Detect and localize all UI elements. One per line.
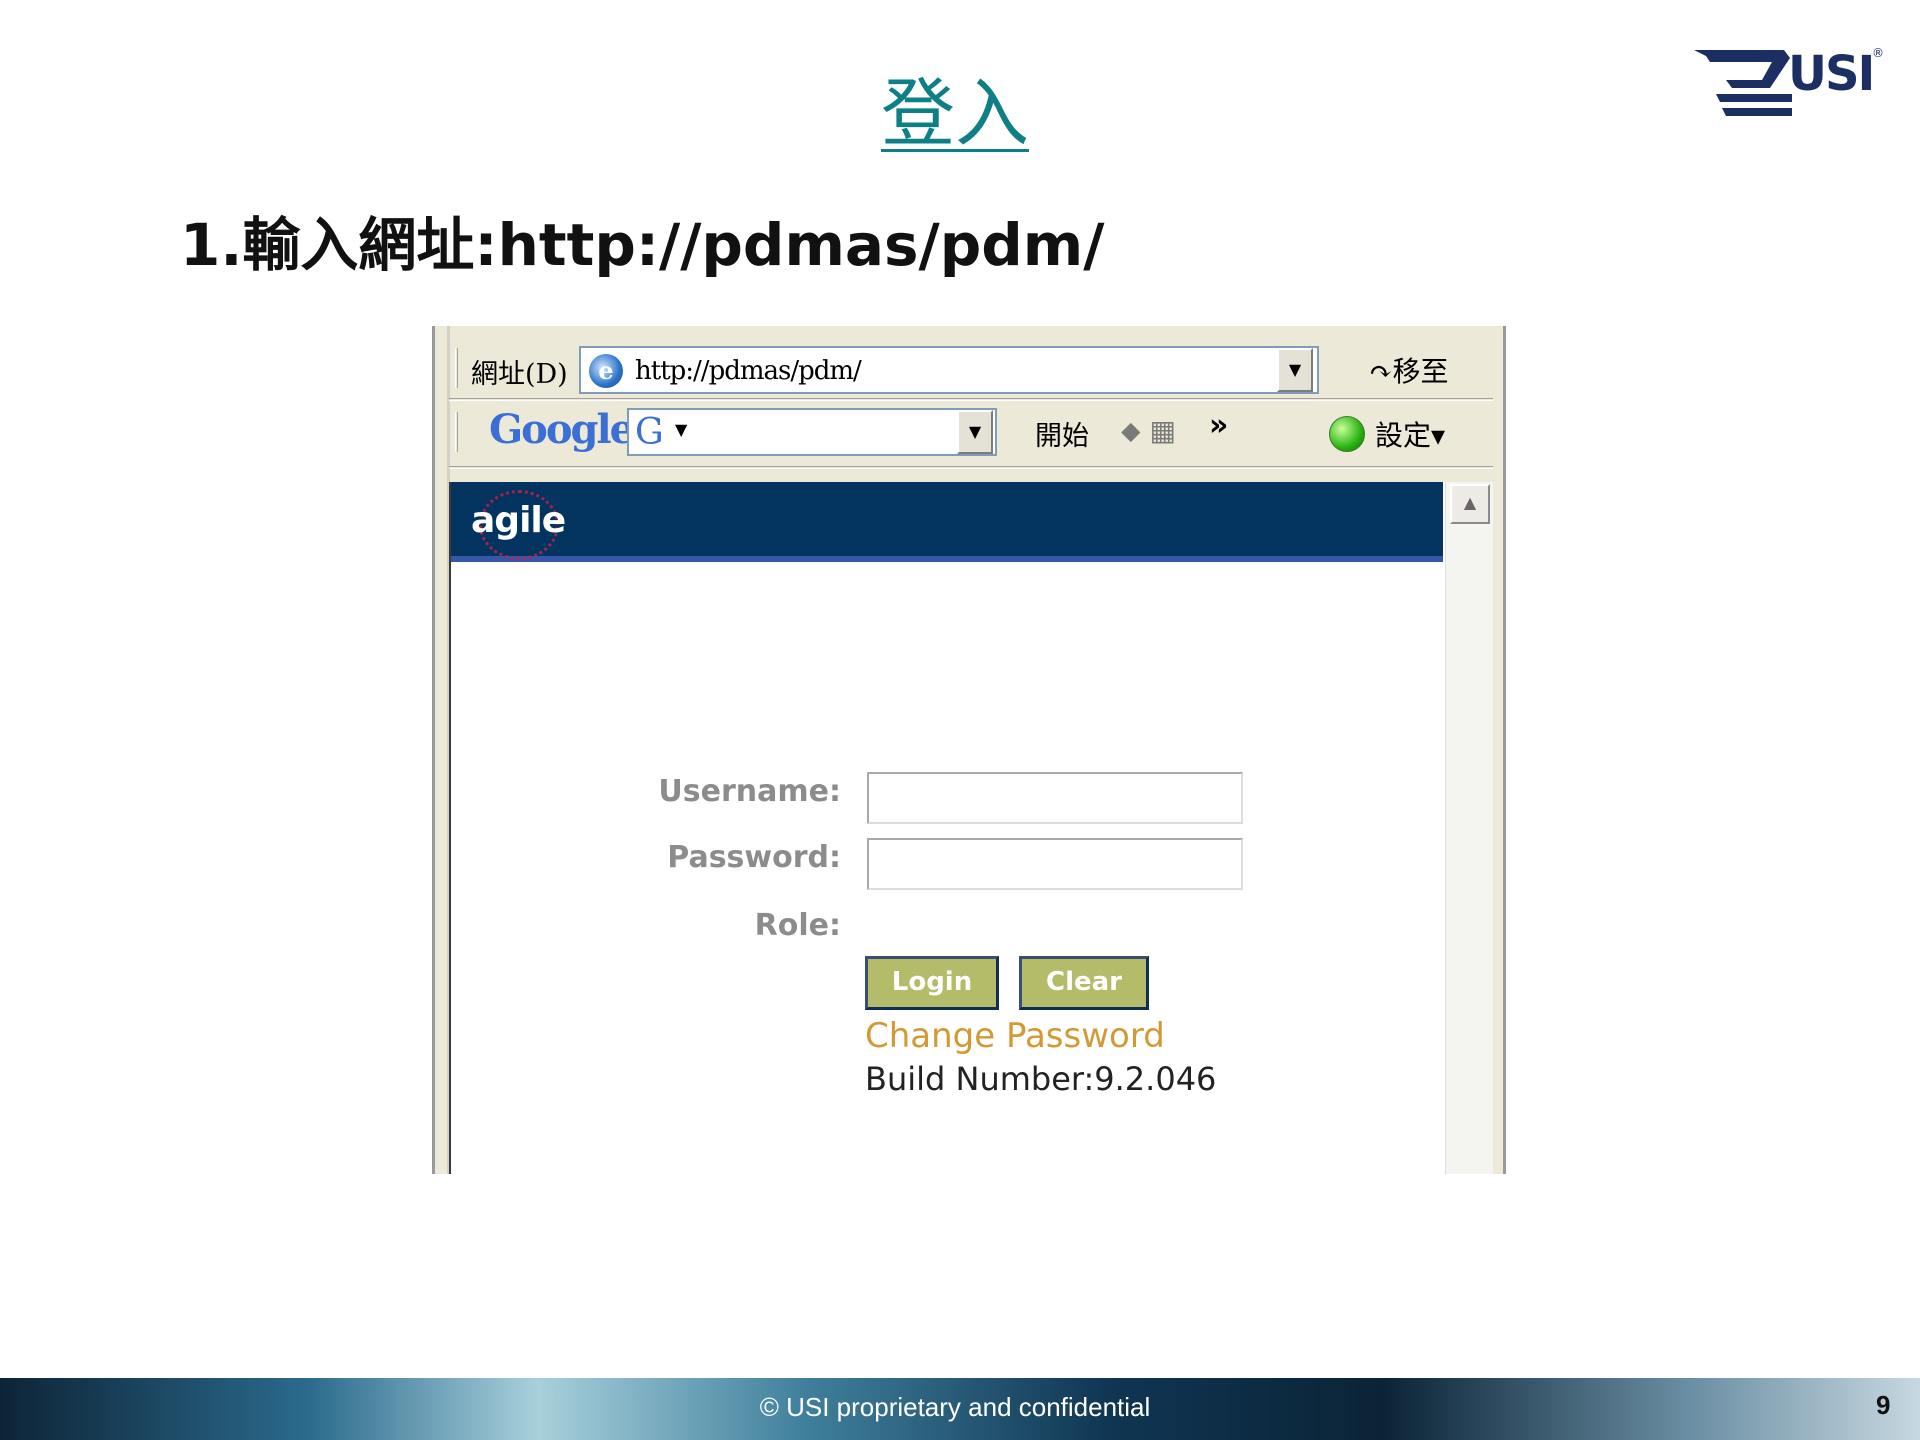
vertical-scrollbar[interactable]: ▲ xyxy=(1445,482,1493,1174)
usi-logo: USI ® xyxy=(1692,44,1887,124)
more-button[interactable]: » xyxy=(1209,408,1228,443)
green-status-icon[interactable] xyxy=(1329,416,1365,452)
ie-icon: e xyxy=(589,354,623,388)
logo-text: USI xyxy=(1788,46,1875,102)
dropdown-arrow-icon: ▼ xyxy=(1288,360,1302,379)
toolbar-icons[interactable]: ⬥ ▦ xyxy=(1121,414,1176,448)
google-logo-text: Google xyxy=(489,406,635,453)
google-search-input[interactable]: G ▼ ▼ xyxy=(627,408,997,456)
address-bar: 網址(D) e http://pdmas/pdm/ ▼ ↷移至 xyxy=(449,340,1493,396)
toolbar-grip[interactable] xyxy=(455,348,458,388)
password-label: Password: xyxy=(667,840,841,875)
registered-mark: ® xyxy=(1872,46,1884,60)
username-field[interactable] xyxy=(867,772,1243,824)
address-label: 網址(D) xyxy=(471,359,568,390)
footer-text: © USI proprietary and confidential xyxy=(759,1392,1151,1422)
toolbar-grip[interactable] xyxy=(455,412,458,452)
google-start-button[interactable]: 開始 xyxy=(1035,414,1089,453)
go-button[interactable]: ↷移至 xyxy=(1369,350,1448,390)
google-toolbar: Google G ▼ ▼ 開始 ⬥ ▦ » 設定▾ xyxy=(449,404,1493,460)
agile-logo: agile xyxy=(471,500,566,541)
password-field[interactable] xyxy=(867,838,1243,890)
agile-header: agile xyxy=(451,482,1443,562)
step-heading: 1.輸入網址:http://pdmas/pdm/ xyxy=(180,211,1105,279)
clear-button[interactable]: Clear xyxy=(1019,956,1149,1010)
google-search-dropdown[interactable]: ▼ xyxy=(957,410,993,454)
slide-title: 登入 xyxy=(881,71,1029,157)
toolbar-divider xyxy=(449,398,1493,401)
dropdown-arrow-icon: ▼ xyxy=(968,422,982,441)
address-dropdown-button[interactable]: ▼ xyxy=(1277,348,1313,392)
caret-down-icon: ▼ xyxy=(675,420,688,439)
google-logo: Google xyxy=(489,406,635,453)
browser-screenshot: 網址(D) e http://pdmas/pdm/ ▼ ↷移至 Google G… xyxy=(432,326,1506,1174)
usi-logo-mark-icon xyxy=(1694,50,1792,116)
login-page: agile ▲ Username: Password: Role: Login … xyxy=(451,482,1493,1174)
username-label: Username: xyxy=(658,774,841,809)
login-button[interactable]: Login xyxy=(865,956,999,1010)
scroll-up-icon[interactable]: ▲ xyxy=(1450,484,1490,524)
address-url: http://pdmas/pdm/ xyxy=(635,356,862,386)
slide-footer: © USI proprietary and confidential 9 xyxy=(0,1378,1920,1440)
settings-button[interactable]: 設定▾ xyxy=(1375,414,1445,454)
google-g-icon: G xyxy=(635,412,664,453)
address-input[interactable]: e http://pdmas/pdm/ ▼ xyxy=(579,346,1319,394)
build-number: Build Number:9.2.046 xyxy=(865,1060,1217,1098)
toolbar-divider xyxy=(449,466,1493,469)
role-label: Role: xyxy=(754,908,841,943)
page-number: 9 xyxy=(1876,1390,1891,1420)
change-password-link[interactable]: Change Password xyxy=(865,1016,1165,1056)
